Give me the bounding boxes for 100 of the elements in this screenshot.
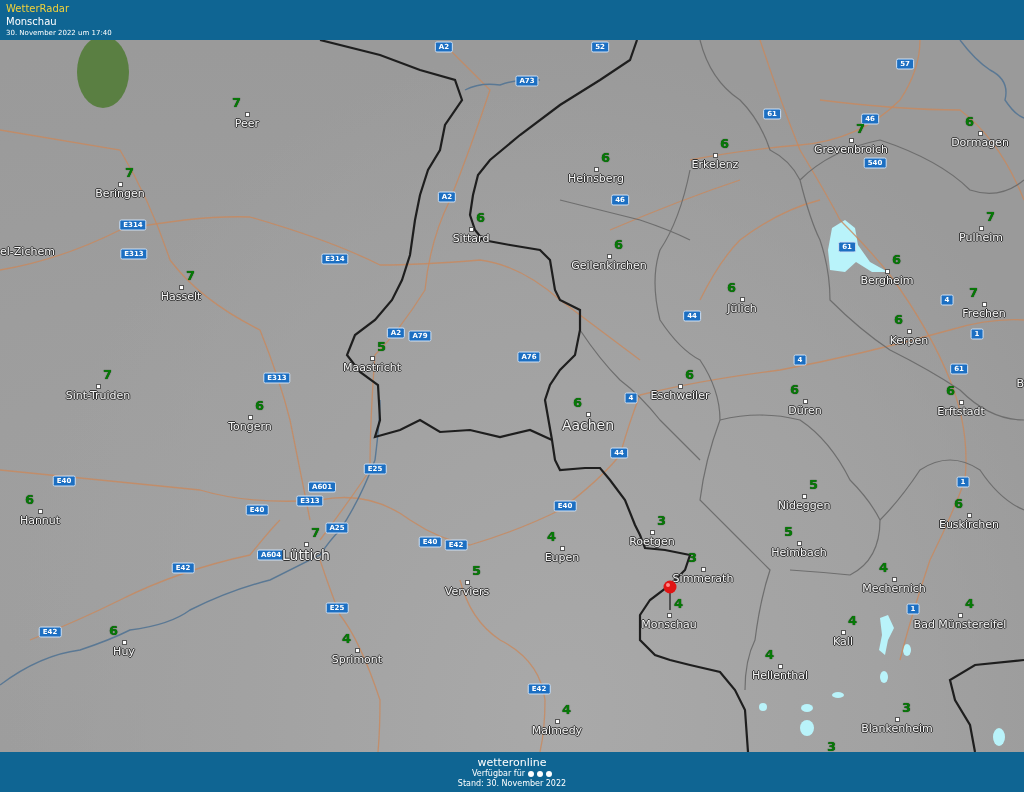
place-marker xyxy=(95,383,101,389)
place-name: el-Zichem xyxy=(0,245,55,258)
temperature-value: 6 xyxy=(946,384,956,398)
temperature-value: 5 xyxy=(784,525,794,539)
place-name: Geilenkirchen xyxy=(571,259,647,272)
temperature-value: 6 xyxy=(614,238,624,252)
place-name: Erkelenz xyxy=(691,158,739,171)
place-name: Nideggen xyxy=(777,499,831,512)
place-marker xyxy=(554,718,560,724)
place-marker xyxy=(606,253,612,259)
place-name: Sprimont xyxy=(331,653,383,666)
place-name: Pulheim xyxy=(959,231,1003,244)
place-marker xyxy=(958,399,964,405)
place-marker xyxy=(884,268,890,274)
place-name: Kall xyxy=(833,635,853,648)
place-name: Bergheim xyxy=(860,274,914,287)
temperature-value: 5 xyxy=(809,478,819,492)
temperature-value: 6 xyxy=(109,624,119,638)
place-marker xyxy=(977,130,983,136)
location-title: Monschau xyxy=(6,15,57,28)
place-name: Kerpen xyxy=(889,334,929,347)
app-title: WetterRadar xyxy=(6,3,69,15)
place-marker xyxy=(894,716,900,722)
temperature-value: 4 xyxy=(765,648,775,662)
place-marker xyxy=(712,152,718,158)
precipitation-area xyxy=(828,220,888,272)
temperature-value: 6 xyxy=(25,493,35,507)
place-name: Tongern xyxy=(228,420,272,433)
place-marker xyxy=(802,398,808,404)
place-name: Huy xyxy=(113,645,135,658)
place-name: Euskirchen xyxy=(938,518,1000,531)
place-name: Hannut xyxy=(19,514,61,527)
precipitation-area xyxy=(880,671,888,683)
place-name: B xyxy=(1016,377,1024,390)
place-marker xyxy=(677,383,683,389)
place-marker xyxy=(303,541,309,547)
precipitation-area xyxy=(77,40,129,108)
temperature-value: 6 xyxy=(954,497,964,511)
temperature-value: 6 xyxy=(965,115,975,129)
precipitation-area xyxy=(993,728,1005,746)
temperature-value: 4 xyxy=(879,561,889,575)
place-marker xyxy=(906,328,912,334)
place-name: Dormagen xyxy=(951,136,1009,149)
temperature-value: 3 xyxy=(902,701,912,715)
place-name: Frechen xyxy=(962,307,1006,320)
place-name: Hasselt xyxy=(160,290,202,303)
place-marker xyxy=(178,284,184,290)
place-marker xyxy=(585,411,591,417)
place-marker xyxy=(739,296,745,302)
place-marker xyxy=(464,579,470,585)
temperature-value: 7 xyxy=(232,96,242,110)
temperature-value: 4 xyxy=(342,632,352,646)
place-name: Heimbach xyxy=(771,546,827,559)
place-marker xyxy=(957,612,963,618)
temperature-value: 4 xyxy=(965,597,975,611)
place-marker xyxy=(848,137,854,143)
place-name: Hellenthal xyxy=(752,669,808,682)
brand-logo: wetteronline xyxy=(477,755,547,769)
place-name: Erftstadt xyxy=(937,405,985,418)
temperature-value: 6 xyxy=(476,211,486,225)
radar-map[interactable] xyxy=(0,40,1024,752)
precipitation-area xyxy=(832,692,844,698)
temperature-value: 4 xyxy=(562,703,572,717)
temperature-value: 7 xyxy=(125,166,135,180)
precipitation-area xyxy=(801,704,813,712)
place-name: Heinsberg xyxy=(568,172,624,185)
place-name: Grevenbroich xyxy=(814,143,888,156)
place-marker xyxy=(981,301,987,307)
temperature-value: 6 xyxy=(720,137,730,151)
place-marker xyxy=(244,111,250,117)
precipitation-area xyxy=(800,720,814,736)
place-marker xyxy=(593,166,599,172)
place-name: Blankenheim xyxy=(861,722,933,735)
place-marker xyxy=(649,529,655,535)
temperature-value: 3 xyxy=(827,740,837,752)
place-marker xyxy=(777,663,783,669)
temperature-value: 4 xyxy=(674,597,684,611)
place-marker xyxy=(369,355,375,361)
place-marker xyxy=(796,540,802,546)
place-marker xyxy=(801,493,807,499)
precipitation-area xyxy=(759,703,767,711)
place-marker xyxy=(978,225,984,231)
place-name: Beringen xyxy=(95,187,145,200)
temperature-value: 3 xyxy=(657,514,667,528)
place-marker xyxy=(354,647,360,653)
place-marker xyxy=(559,545,565,551)
place-name: Mechernich xyxy=(862,582,926,595)
place-marker xyxy=(966,512,972,518)
temperature-value: 7 xyxy=(311,526,321,540)
place-marker xyxy=(666,612,672,618)
place-name: Eschweiler xyxy=(650,389,710,402)
precipitation-area xyxy=(879,615,894,655)
place-marker xyxy=(37,508,43,514)
temperature-value: 6 xyxy=(255,399,265,413)
place-name: Düren xyxy=(788,404,822,417)
temperature-value: 7 xyxy=(103,368,113,382)
temperature-value: 6 xyxy=(727,281,737,295)
temperature-value: 6 xyxy=(573,396,583,410)
place-marker xyxy=(247,414,253,420)
place-name: Monschau xyxy=(641,618,697,631)
